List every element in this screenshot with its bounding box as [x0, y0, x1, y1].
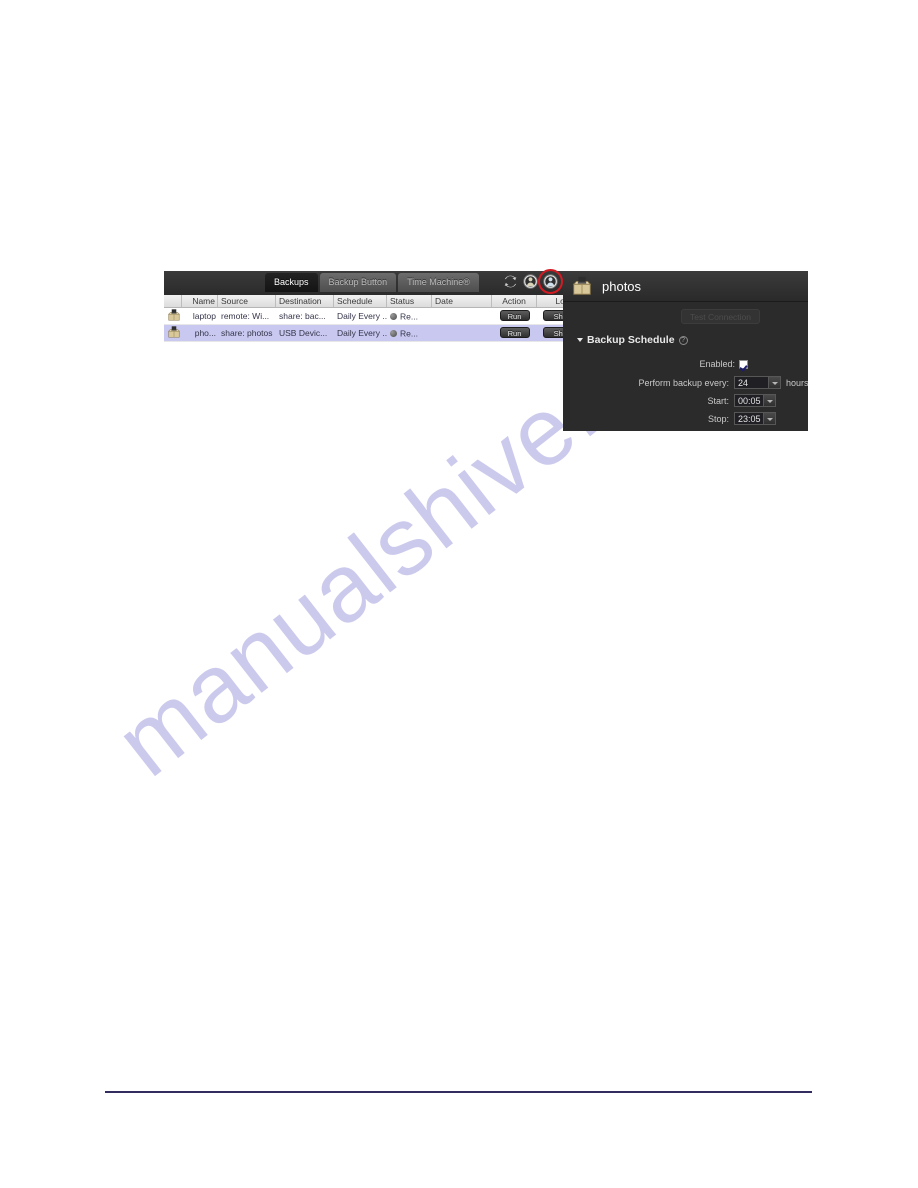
- backups-table: Name Source Destination Schedule Status …: [164, 295, 589, 342]
- cell-destination: share: bac...: [279, 310, 326, 321]
- col-header-icon: [164, 295, 182, 307]
- col-header-status[interactable]: Status: [387, 295, 432, 307]
- cell-source: remote: Wi...: [221, 310, 270, 321]
- unit-hours: hours: [786, 377, 809, 388]
- col-header-destination[interactable]: Destination: [276, 295, 334, 307]
- help-icon[interactable]: ?: [678, 335, 688, 345]
- start-time-select[interactable]: 00:05: [734, 394, 776, 407]
- package-box-icon: [572, 276, 592, 295]
- field-perform-backup-every: Perform backup every: 24 hours: [578, 376, 809, 389]
- cell-action: Run: [492, 308, 537, 325]
- tab-bar: Backups Backup Button Time Machine®: [265, 273, 481, 292]
- detail-pane-title: photos: [602, 278, 642, 294]
- col-header-name[interactable]: Name: [182, 295, 218, 307]
- backup-job-icon: [167, 325, 180, 338]
- backups-list-pane: Backups Backup Button Time Machine® Name…: [164, 269, 589, 355]
- label-enabled: Enabled:: [699, 359, 735, 369]
- test-connection-button[interactable]: Test Connection: [681, 309, 760, 324]
- field-stop: Stop: 23:05: [578, 412, 776, 425]
- detail-pane-header: photos: [563, 271, 808, 301]
- page-watermark: manualshive.com: [0, 0, 918, 1188]
- backup-schedule-section-header[interactable]: Backup Schedule ?: [577, 334, 688, 346]
- tab-time-machine[interactable]: Time Machine®: [398, 273, 479, 292]
- backup-schedule-title: Backup Schedule: [587, 334, 675, 346]
- col-header-source[interactable]: Source: [218, 295, 276, 307]
- add-backup-job-icon[interactable]: [523, 274, 538, 289]
- backup-interval-select[interactable]: 24: [734, 376, 781, 389]
- detail-pane-body: Test Connection Backup Schedule ? Enable…: [563, 301, 809, 431]
- col-header-schedule[interactable]: Schedule: [334, 295, 387, 307]
- backup-job-icon: [167, 308, 180, 321]
- backup-interval-value: 24: [738, 377, 749, 388]
- label-stop: Stop:: [707, 413, 729, 424]
- field-enabled: Enabled:: [578, 359, 748, 369]
- table-row[interactable]: pho... share: photos USB Devic... Daily …: [164, 325, 583, 342]
- tab-backup-button[interactable]: Backup Button: [319, 273, 397, 292]
- cell-destination: USB Devic...: [279, 327, 328, 338]
- row-icon-cell: [164, 308, 182, 325]
- stop-time-value: 23:05: [738, 413, 761, 424]
- chevron-down-icon[interactable]: [763, 395, 775, 406]
- restore-backup-job-icon-wrap[interactable]: [538, 269, 563, 294]
- col-header-date[interactable]: Date: [432, 295, 492, 307]
- refresh-icon[interactable]: [503, 274, 518, 289]
- status-dot-icon: [390, 312, 397, 320]
- add-backup-job-icon-wrap[interactable]: [523, 274, 538, 289]
- cell-status: Re...: [387, 325, 432, 342]
- start-time-value: 00:05: [738, 395, 761, 406]
- status-text: Re...: [400, 327, 418, 338]
- cell-name: laptop: [192, 310, 216, 321]
- highlight-annotation-circle: [538, 269, 563, 294]
- cell-action: Run: [492, 325, 537, 342]
- cell-schedule: Daily Every ...: [337, 310, 387, 321]
- toolbar-icon-group: [503, 269, 563, 294]
- table-header-row: Name Source Destination Schedule Status …: [164, 295, 589, 308]
- backup-manager-screenshot: Backups Backup Button Time Machine® Name…: [164, 269, 809, 431]
- label-perform-backup-every: Perform backup every:: [638, 377, 729, 388]
- tab-backups[interactable]: Backups: [265, 273, 318, 292]
- row-icon-cell: [164, 325, 182, 342]
- enabled-checkbox[interactable]: [739, 359, 748, 369]
- backup-detail-pane: photos Test Connection Backup Schedule ?…: [563, 271, 809, 431]
- table-row[interactable]: laptop remote: Wi... share: bac... Daily…: [164, 308, 583, 325]
- backups-toolbar: Backups Backup Button Time Machine®: [164, 269, 564, 295]
- status-dot-icon: [390, 329, 397, 337]
- chevron-down-icon[interactable]: [768, 377, 780, 388]
- cell-name: pho...: [194, 327, 216, 338]
- stop-time-select[interactable]: 23:05: [734, 412, 776, 425]
- field-start: Start: 00:05: [578, 394, 776, 407]
- cell-date: [432, 308, 492, 325]
- cell-date: [432, 325, 492, 342]
- label-start: Start:: [707, 395, 729, 406]
- status-text: Re...: [400, 310, 418, 321]
- cell-status: Re...: [387, 308, 432, 325]
- cell-source: share: photos: [221, 327, 273, 338]
- chevron-down-icon[interactable]: [763, 413, 775, 424]
- collapse-triangle-icon[interactable]: [577, 338, 583, 342]
- run-button[interactable]: Run: [499, 309, 530, 321]
- page-footer-rule: [105, 1091, 812, 1093]
- col-header-action[interactable]: Action: [492, 295, 537, 307]
- run-button[interactable]: Run: [499, 326, 530, 338]
- refresh-icon-wrap[interactable]: [503, 274, 518, 289]
- cell-schedule: Daily Every ...: [337, 327, 387, 338]
